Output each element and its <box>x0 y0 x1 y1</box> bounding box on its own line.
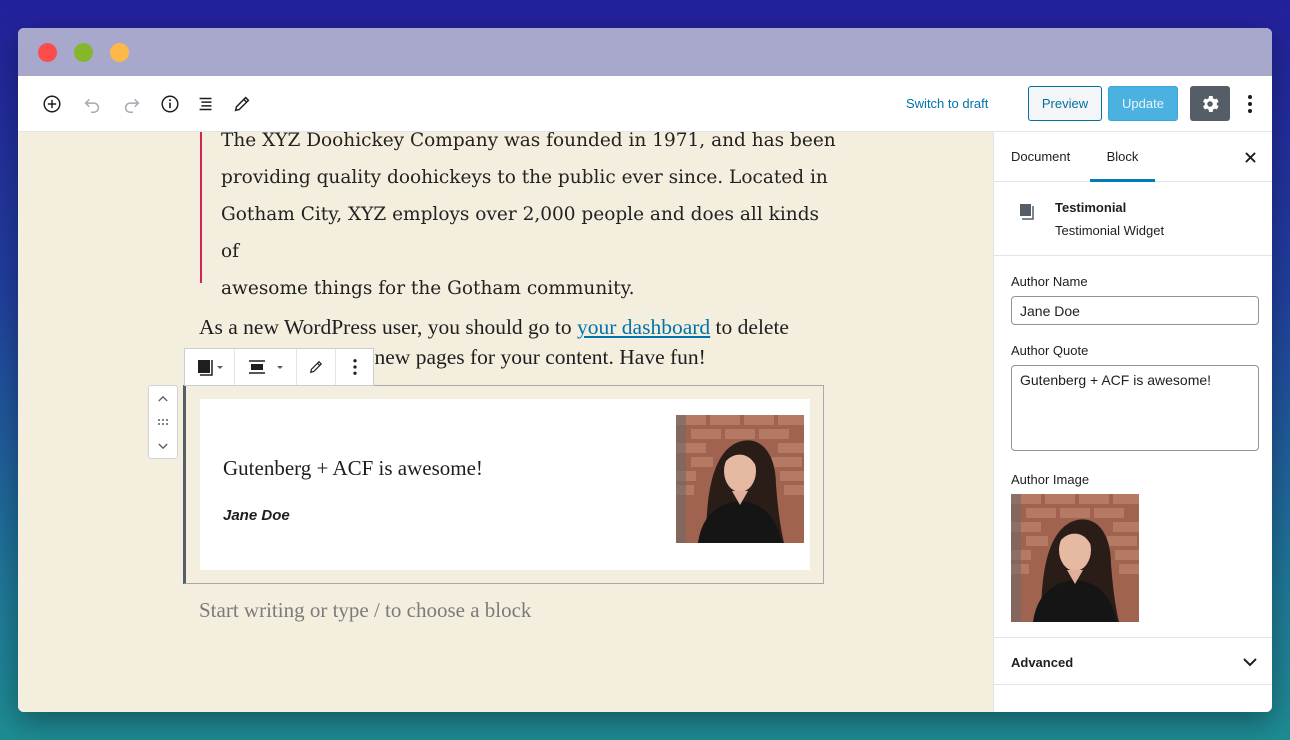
chevron-down-icon <box>1243 658 1257 667</box>
browser-window: Switch to draft Preview Update The XYZ D… <box>18 28 1272 712</box>
advanced-label: Advanced <box>1011 655 1074 670</box>
quote-line: Gotham City, XYZ employs over 2,000 peop… <box>221 204 820 262</box>
add-block-icon[interactable] <box>40 92 64 116</box>
quote-block[interactable]: The XYZ Doohickey Company was founded in… <box>200 132 840 299</box>
quote-line: awesome things for the Gotham community. <box>221 278 635 299</box>
author-photo <box>676 415 804 543</box>
testimonial-quote: Gutenberg + ACF is awesome! <box>223 456 483 480</box>
redo-icon[interactable] <box>120 92 144 116</box>
switch-to-draft-button[interactable]: Switch to draft <box>906 94 988 114</box>
block-more-options[interactable] <box>336 349 373 385</box>
info-icon[interactable] <box>158 92 182 116</box>
more-vertical-icon <box>352 359 357 375</box>
author-image-preview[interactable] <box>1011 494 1139 622</box>
close-icon <box>1244 151 1256 163</box>
sidebar-tabs: Document Block <box>994 132 1272 182</box>
gear-icon <box>1203 95 1219 112</box>
block-edit-button[interactable] <box>297 349 336 385</box>
drag-handle-icon <box>158 419 168 425</box>
move-down-button[interactable] <box>149 434 177 458</box>
block-mover <box>148 385 178 459</box>
dashboard-link[interactable]: your dashboard <box>577 315 710 339</box>
editor-canvas[interactable]: The XYZ Doohickey Company was founded in… <box>18 132 993 712</box>
paragraph-text: As a new WordPress user, you should go t… <box>199 315 578 339</box>
advanced-panel-toggle[interactable]: Advanced <box>994 637 1272 685</box>
paragraph-text: to delete <box>710 315 789 339</box>
settings-sidebar: Document Block Testimonial Testimonial W… <box>993 132 1272 712</box>
block-toolbar <box>184 348 374 386</box>
maximize-window-button[interactable] <box>110 43 129 62</box>
block-type-switcher[interactable] <box>185 349 235 385</box>
more-vertical-icon <box>1248 95 1252 113</box>
drag-handle[interactable] <box>149 410 177 434</box>
author-quote-field[interactable]: Gutenberg + ACF is awesome! <box>1011 365 1259 451</box>
author-name-field[interactable] <box>1011 296 1259 325</box>
testimonial-block[interactable]: Gutenberg + ACF is awesome! Jane Doe <box>200 399 810 570</box>
author-quote-label: Author Quote <box>1011 343 1089 358</box>
book-icon <box>1020 204 1034 220</box>
tab-document[interactable]: Document <box>1011 132 1070 182</box>
book-icon <box>197 360 223 376</box>
author-image-label: Author Image <box>1011 472 1090 487</box>
undo-icon[interactable] <box>80 92 104 116</box>
close-sidebar-button[interactable] <box>1242 149 1258 165</box>
update-button[interactable]: Update <box>1108 86 1178 121</box>
quote-line: providing quality doohickeys to the publ… <box>221 167 828 188</box>
outline-icon[interactable] <box>194 92 218 116</box>
block-placeholder[interactable]: Start writing or type / to choose a bloc… <box>199 598 531 623</box>
pencil-icon <box>309 360 323 374</box>
testimonial-author: Jane Doe <box>223 507 290 524</box>
block-description: Testimonial Widget <box>1055 223 1165 238</box>
chevron-down-icon <box>158 443 168 449</box>
move-up-button[interactable] <box>149 386 177 410</box>
editor-toolbar: Switch to draft Preview Update <box>18 76 1272 132</box>
quote-line: The XYZ Doohickey Company was founded in… <box>221 132 836 151</box>
window-titlebar <box>18 28 1272 76</box>
settings-button[interactable] <box>1190 86 1230 121</box>
block-card: Testimonial Testimonial Widget <box>994 182 1272 256</box>
more-options-button[interactable] <box>1240 92 1260 116</box>
tab-block[interactable]: Block <box>1090 132 1155 182</box>
edit-icon[interactable] <box>230 92 254 116</box>
block-title: Testimonial <box>1055 200 1127 215</box>
block-align-button[interactable] <box>235 349 297 385</box>
align-center-icon <box>248 360 283 374</box>
close-window-button[interactable] <box>38 43 57 62</box>
preview-button[interactable]: Preview <box>1028 86 1102 121</box>
chevron-up-icon <box>158 395 168 401</box>
author-name-label: Author Name <box>1011 274 1088 289</box>
minimize-window-button[interactable] <box>74 43 93 62</box>
